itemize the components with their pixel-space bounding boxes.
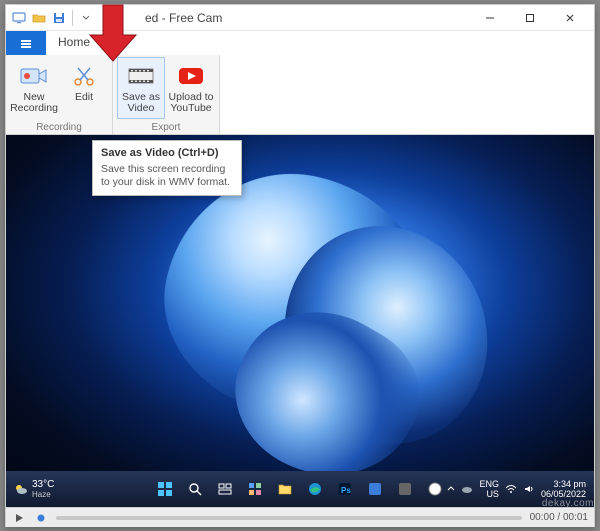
edit-label: Edit xyxy=(75,92,93,103)
weather-icon xyxy=(14,482,28,496)
tooltip-body: Save this screen recording to your disk … xyxy=(101,163,233,189)
window-controls xyxy=(470,5,590,31)
save-as-video-tooltip: Save as Video (Ctrl+D) Save this screen … xyxy=(92,140,242,196)
record-button[interactable] xyxy=(34,511,48,525)
time-display: 00:00 / 00:01 xyxy=(530,512,588,523)
qat-separator xyxy=(72,10,73,26)
export-group-label: Export xyxy=(117,121,215,134)
photoshop-icon[interactable]: Ps xyxy=(332,476,358,502)
app-window: ed - Free Cam Home New Recording xyxy=(5,4,595,527)
watermark: dekay.com xyxy=(542,498,594,509)
app-icon-2[interactable] xyxy=(392,476,418,502)
qat-save-icon[interactable] xyxy=(50,9,68,27)
volume-icon[interactable] xyxy=(523,483,535,495)
upload-youtube-button[interactable]: Upload to YouTube xyxy=(167,57,215,119)
wifi-icon[interactable] xyxy=(505,483,517,495)
maximize-button[interactable] xyxy=(510,5,550,31)
scissors-icon xyxy=(69,62,99,90)
qat-open-icon[interactable] xyxy=(30,9,48,27)
ribbon-group-export: Save as Video Upload to YouTube Export xyxy=(113,55,220,134)
player-bar: 00:00 / 00:01 xyxy=(6,507,594,527)
task-view-icon[interactable] xyxy=(212,476,238,502)
window-title: ed - Free Cam xyxy=(145,11,470,25)
qat-dropdown-icon[interactable] xyxy=(77,9,95,27)
quick-access-toolbar xyxy=(10,9,95,27)
new-recording-button[interactable]: New Recording xyxy=(10,57,58,119)
ribbon-group-recording: New Recording Edit Recording xyxy=(6,55,113,134)
taskbar-weather[interactable]: 33°C Haze xyxy=(6,479,54,499)
titlebar: ed - Free Cam xyxy=(6,5,594,31)
widgets-icon[interactable] xyxy=(242,476,268,502)
minimize-button[interactable] xyxy=(470,5,510,31)
save-as-video-label: Save as Video xyxy=(122,92,160,114)
close-button[interactable] xyxy=(550,5,590,31)
app-icon-1[interactable] xyxy=(362,476,388,502)
weather-label: Haze xyxy=(32,490,54,499)
edit-button[interactable]: Edit xyxy=(60,57,108,119)
play-button[interactable] xyxy=(12,511,26,525)
file-tab[interactable] xyxy=(6,31,46,55)
language-indicator[interactable]: ENG US xyxy=(479,479,499,499)
tooltip-title: Save as Video (Ctrl+D) xyxy=(101,147,233,159)
ribbon: New Recording Edit Recording Save as Vid… xyxy=(6,55,594,135)
camera-icon xyxy=(19,62,49,90)
tab-row: Home xyxy=(6,31,594,55)
taskbar-tray: ENG US 3:34 pm 06/05/2022 xyxy=(447,479,594,499)
search-icon[interactable] xyxy=(182,476,208,502)
youtube-icon xyxy=(176,62,206,90)
weather-temp: 33°C xyxy=(32,479,54,490)
taskbar-pinned: Ps xyxy=(152,476,448,502)
windows-taskbar: 33°C Haze Ps ENG xyxy=(6,471,594,507)
clock-date[interactable]: 3:34 pm 06/05/2022 xyxy=(541,479,586,499)
save-as-video-button[interactable]: Save as Video xyxy=(117,57,165,119)
filmstrip-icon xyxy=(126,62,156,90)
svg-text:Ps: Ps xyxy=(341,486,351,495)
upload-youtube-label: Upload to YouTube xyxy=(169,92,214,114)
explorer-icon[interactable] xyxy=(272,476,298,502)
onedrive-icon[interactable] xyxy=(461,483,473,495)
start-button[interactable] xyxy=(152,476,178,502)
qat-monitor-icon[interactable] xyxy=(10,9,28,27)
recording-group-label: Recording xyxy=(10,121,108,134)
app-icon-3[interactable] xyxy=(422,476,448,502)
tray-chevron-icon[interactable] xyxy=(447,485,455,493)
edge-icon[interactable] xyxy=(302,476,328,502)
new-recording-label: New Recording xyxy=(10,92,58,114)
tab-home[interactable]: Home xyxy=(46,31,102,55)
seek-track[interactable] xyxy=(56,516,522,520)
